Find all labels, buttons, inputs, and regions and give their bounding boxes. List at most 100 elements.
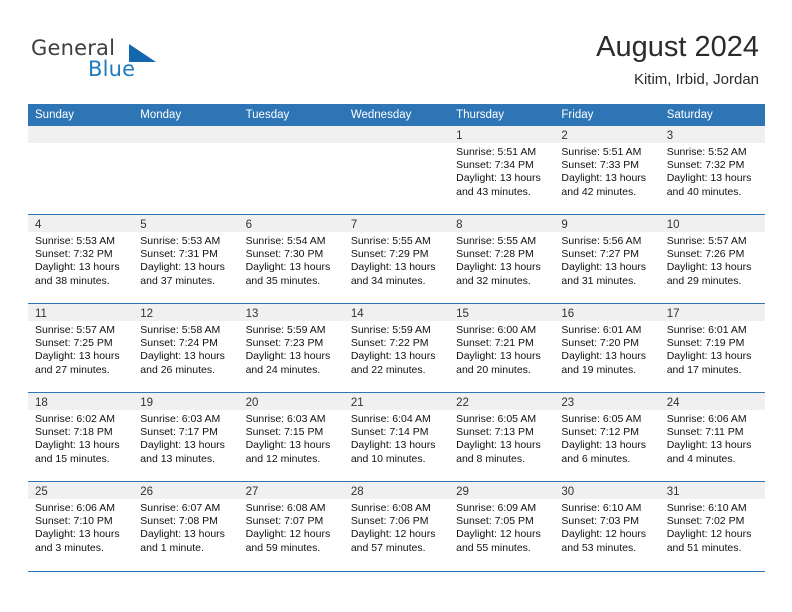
day-number: 19	[140, 397, 154, 409]
sunrise-text: Sunrise: 6:10 AM	[666, 502, 747, 514]
day-info: Sunrise: 6:08 AM Sunset: 7:06 PM Dayligh…	[344, 499, 449, 555]
sunset-text: Sunset: 7:08 PM	[140, 515, 218, 528]
sunset-text: Sunset: 7:22 PM	[350, 337, 429, 350]
sunrise-text: Sunrise: 6:06 AM	[35, 502, 115, 514]
day-number: 4	[35, 219, 42, 231]
sunrise-text: Sunrise: 5:55 AM	[350, 235, 431, 247]
day-cell[interactable]: 27 Sunrise: 6:08 AM Sunset: 7:07 PM Dayl…	[238, 482, 344, 571]
day-cell[interactable]: 29 Sunrise: 6:09 AM Sunset: 7:05 PM Dayl…	[449, 482, 555, 571]
day-number-band	[28, 126, 134, 143]
day-cell[interactable]: 15 Sunrise: 6:00 AM Sunset: 7:21 PM Dayl…	[449, 304, 555, 392]
daylight-text-line1: Daylight: 13 hours	[666, 261, 752, 274]
sunset-text: Sunset: 7:10 PM	[35, 515, 113, 528]
daylight-text-line2: and 4 minutes.	[666, 452, 736, 465]
day-cell[interactable]: 25 Sunrise: 6:06 AM Sunset: 7:10 PM Dayl…	[28, 482, 134, 571]
day-cell[interactable]: 13 Sunrise: 5:59 AM Sunset: 7:23 PM Dayl…	[238, 304, 344, 392]
sunrise-text: Sunrise: 6:02 AM	[35, 413, 115, 425]
sunset-text: Sunset: 7:11 PM	[666, 426, 744, 439]
day-number-band: 7	[343, 215, 450, 232]
day-number: 30	[561, 486, 575, 498]
day-number-band: 25	[28, 482, 134, 499]
day-number: 31	[666, 486, 680, 498]
daylight-text-line2: and 57 minutes.	[350, 541, 426, 554]
sunrise-text: Sunrise: 6:01 AM	[666, 324, 747, 336]
day-cell[interactable]: 11 Sunrise: 5:57 AM Sunset: 7:25 PM Dayl…	[28, 304, 134, 392]
daylight-text-line1: Daylight: 13 hours	[245, 350, 331, 363]
general-blue-logo[interactable]: General Blue	[31, 36, 211, 86]
location-subtitle: Kitim, Irbid, Jordan	[633, 71, 759, 88]
day-number-band: 29	[449, 482, 555, 499]
day-cell[interactable]: 30 Sunrise: 6:10 AM Sunset: 7:03 PM Dayl…	[554, 482, 660, 571]
day-cell[interactable]: 23 Sunrise: 6:05 AM Sunset: 7:12 PM Dayl…	[554, 393, 660, 481]
daylight-text-line2: and 24 minutes.	[245, 363, 321, 376]
day-info: Sunrise: 5:57 AM Sunset: 7:26 PM Dayligh…	[660, 232, 765, 288]
day-cell[interactable]: 14 Sunrise: 5:59 AM Sunset: 7:22 PM Dayl…	[343, 304, 450, 392]
daylight-text-line2: and 20 minutes.	[456, 363, 531, 376]
day-number: 28	[350, 486, 364, 498]
daylight-text-line2: and 38 minutes.	[35, 274, 110, 287]
sunset-text: Sunset: 7:13 PM	[456, 426, 534, 439]
day-cell[interactable]: 7 Sunrise: 5:55 AM Sunset: 7:29 PM Dayli…	[343, 215, 450, 303]
day-cell[interactable]: 12 Sunrise: 5:58 AM Sunset: 7:24 PM Dayl…	[133, 304, 239, 392]
day-cell[interactable]: 21 Sunrise: 6:04 AM Sunset: 7:14 PM Dayl…	[343, 393, 450, 481]
day-cell[interactable]: 26 Sunrise: 6:07 AM Sunset: 7:08 PM Dayl…	[133, 482, 239, 571]
day-cell[interactable]: 6 Sunrise: 5:54 AM Sunset: 7:30 PM Dayli…	[238, 215, 344, 303]
day-info: Sunrise: 5:53 AM Sunset: 7:31 PM Dayligh…	[133, 232, 238, 288]
sunset-text: Sunset: 7:18 PM	[35, 426, 113, 439]
daylight-text-line1: Daylight: 13 hours	[561, 261, 647, 274]
sunset-text: Sunset: 7:17 PM	[140, 426, 218, 439]
day-cell[interactable]: 18 Sunrise: 6:02 AM Sunset: 7:18 PM Dayl…	[28, 393, 134, 481]
day-info: Sunrise: 6:03 AM Sunset: 7:15 PM Dayligh…	[239, 410, 344, 466]
day-info: Sunrise: 6:08 AM Sunset: 7:07 PM Dayligh…	[239, 499, 344, 555]
day-cell[interactable]: 17 Sunrise: 6:01 AM Sunset: 7:19 PM Dayl…	[659, 304, 765, 392]
day-cell[interactable]: 16 Sunrise: 6:01 AM Sunset: 7:20 PM Dayl…	[554, 304, 660, 392]
day-number: 16	[561, 308, 575, 320]
day-cell[interactable]: 22 Sunrise: 6:05 AM Sunset: 7:13 PM Dayl…	[449, 393, 555, 481]
day-number-band: 17	[659, 304, 765, 321]
sunset-text: Sunset: 7:23 PM	[245, 337, 324, 350]
day-cell[interactable]: 20 Sunrise: 6:03 AM Sunset: 7:15 PM Dayl…	[238, 393, 344, 481]
day-info: Sunrise: 5:55 AM Sunset: 7:28 PM Dayligh…	[449, 232, 554, 288]
day-cell[interactable]: 2 Sunrise: 5:51 AM Sunset: 7:33 PM Dayli…	[554, 126, 660, 214]
sunrise-text: Sunrise: 6:05 AM	[456, 413, 537, 425]
day-cell[interactable]: 28 Sunrise: 6:08 AM Sunset: 7:06 PM Dayl…	[343, 482, 450, 571]
day-cell[interactable]: 8 Sunrise: 5:55 AM Sunset: 7:28 PM Dayli…	[449, 215, 555, 303]
day-cell[interactable]: 3 Sunrise: 5:52 AM Sunset: 7:32 PM Dayli…	[659, 126, 765, 214]
day-cell[interactable]: 24 Sunrise: 6:06 AM Sunset: 7:11 PM Dayl…	[659, 393, 765, 481]
daylight-text-line1: Daylight: 12 hours	[350, 528, 436, 541]
day-cell[interactable]	[28, 126, 134, 214]
daylight-text-line1: Daylight: 13 hours	[35, 350, 120, 363]
day-cell[interactable]: 4 Sunrise: 5:53 AM Sunset: 7:32 PM Dayli…	[28, 215, 134, 303]
weekday-sunday: Sunday	[35, 109, 75, 121]
sunrise-text: Sunrise: 5:59 AM	[350, 324, 431, 336]
day-cell[interactable]	[343, 126, 450, 214]
daylight-text-line2: and 51 minutes.	[666, 541, 742, 554]
sunrise-text: Sunrise: 6:04 AM	[350, 413, 431, 425]
day-number: 18	[35, 397, 48, 409]
weekday-monday: Monday	[140, 109, 182, 121]
daylight-text-line2: and 37 minutes.	[140, 274, 215, 287]
day-info: Sunrise: 5:54 AM Sunset: 7:30 PM Dayligh…	[239, 232, 344, 288]
daylight-text-line2: and 15 minutes.	[35, 452, 110, 465]
day-cell[interactable]: 9 Sunrise: 5:56 AM Sunset: 7:27 PM Dayli…	[554, 215, 660, 303]
daylight-text-line2: and 1 minute.	[140, 541, 204, 554]
sunset-text: Sunset: 7:21 PM	[456, 337, 534, 350]
sunrise-text: Sunrise: 5:53 AM	[35, 235, 115, 247]
week-row: 25 Sunrise: 6:06 AM Sunset: 7:10 PM Dayl…	[28, 481, 765, 572]
daylight-text-line1: Daylight: 13 hours	[561, 172, 647, 185]
day-cell[interactable]	[238, 126, 344, 214]
day-cell[interactable]: 19 Sunrise: 6:03 AM Sunset: 7:17 PM Dayl…	[133, 393, 239, 481]
day-cell[interactable]: 1 Sunrise: 5:51 AM Sunset: 7:34 PM Dayli…	[449, 126, 555, 214]
day-cell[interactable]: 5 Sunrise: 5:53 AM Sunset: 7:31 PM Dayli…	[133, 215, 239, 303]
day-cell[interactable]: 31 Sunrise: 6:10 AM Sunset: 7:02 PM Dayl…	[659, 482, 765, 571]
day-info: Sunrise: 6:05 AM Sunset: 7:12 PM Dayligh…	[554, 410, 659, 466]
daylight-text-line2: and 31 minutes.	[561, 274, 637, 287]
day-info: Sunrise: 6:02 AM Sunset: 7:18 PM Dayligh…	[28, 410, 133, 466]
day-number-band: 14	[343, 304, 450, 321]
day-cell[interactable]	[133, 126, 239, 214]
day-number: 7	[350, 219, 358, 231]
day-cell[interactable]: 10 Sunrise: 5:57 AM Sunset: 7:26 PM Dayl…	[659, 215, 765, 303]
sunset-text: Sunset: 7:27 PM	[561, 248, 640, 261]
week-row: 4 Sunrise: 5:53 AM Sunset: 7:32 PM Dayli…	[28, 214, 765, 303]
week-row: 1 Sunrise: 5:51 AM Sunset: 7:34 PM Dayli…	[28, 126, 765, 214]
